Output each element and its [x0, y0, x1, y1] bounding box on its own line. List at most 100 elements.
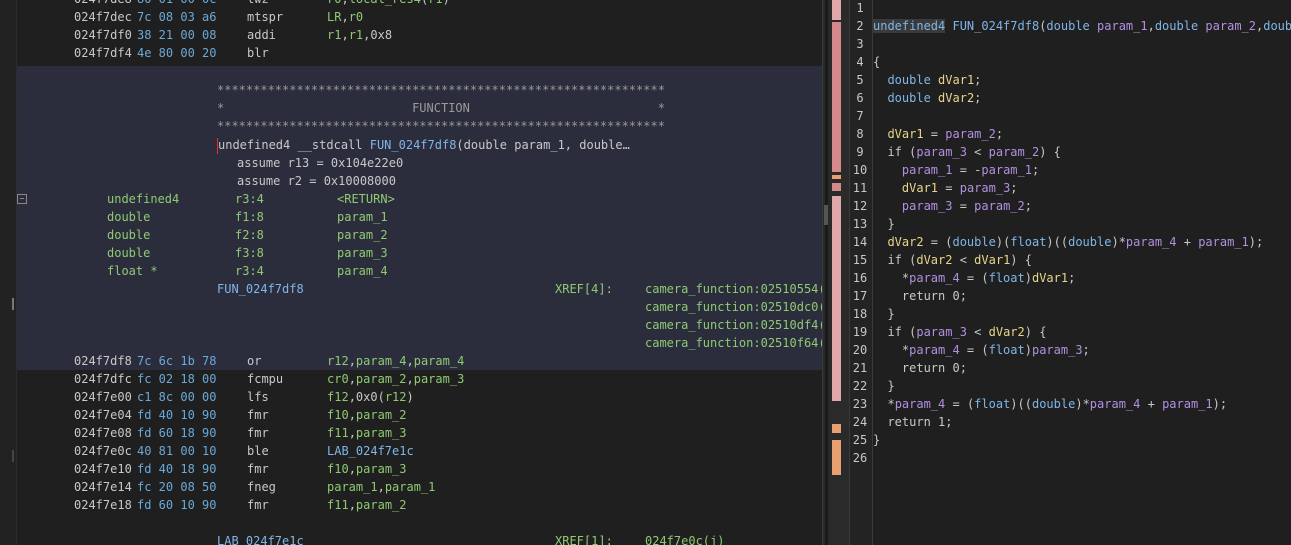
- xref-entry[interactable]: camera_function:02510554(: [645, 280, 822, 298]
- code-line[interactable]: dVar2 = (double)(float)((double)*param_4…: [873, 233, 1263, 251]
- minimap-strip: [832, 440, 841, 475]
- code-line[interactable]: {: [873, 53, 880, 71]
- instruction-bytes: 38 21 00 08: [137, 28, 217, 42]
- code-line[interactable]: *param_4 = (float)dVar1;: [873, 269, 1075, 287]
- instruction-mnemonic: fmr: [247, 462, 269, 476]
- instruction-address[interactable]: 024f7dfc: [74, 370, 132, 388]
- instruction-row[interactable]: 024f7e18 fd 60 10 90 fmr f11,param_2: [74, 496, 814, 514]
- code-line[interactable]: *param_4 = (float)((double)*param_4 + pa…: [873, 395, 1227, 413]
- code-line[interactable]: }: [873, 305, 894, 323]
- minimap-strip: [832, 424, 841, 433]
- branch-xref[interactable]: 024f7e0c(j): [645, 532, 724, 545]
- decompiled-code[interactable]: undefined4 FUN_024f7df8(double param_1,d…: [873, 0, 1291, 545]
- instruction-address[interactable]: 024f7df4: [74, 44, 132, 62]
- xref-entry[interactable]: camera_function:02510f64(: [645, 334, 822, 352]
- instruction-row[interactable]: 024f7e14 fc 20 08 50 fneg param_1,param_1: [74, 478, 814, 496]
- param-name[interactable]: <RETURN>: [337, 190, 395, 208]
- instruction-address[interactable]: 024f7e08: [74, 424, 132, 442]
- code-line[interactable]: if (dVar2 < dVar1) {: [873, 251, 1032, 269]
- code-line[interactable]: double dVar1;: [873, 71, 981, 89]
- xref-count-label: XREF[4]:: [555, 282, 613, 296]
- scroll-thumb[interactable]: [824, 205, 828, 225]
- code-line[interactable]: param_3 = param_2;: [873, 197, 1032, 215]
- line-number: 12: [852, 199, 868, 213]
- code-line[interactable]: if (param_3 < param_2) {: [873, 143, 1060, 161]
- instruction-row[interactable]: 024f7e04 fd 40 10 90 fmr f10,param_2: [74, 406, 814, 424]
- instruction-row[interactable]: 024f7df8 7c 6c 1b 78 or r12,param_4,param_4: [74, 352, 814, 370]
- vertical-scrollbar[interactable]: [825, 0, 828, 545]
- collapse-toggle-icon[interactable]: −: [17, 194, 27, 204]
- instruction-row[interactable]: 024f7dec 7c 08 03 a6 mtspr LR,r0: [74, 8, 814, 26]
- xref-entry[interactable]: camera_function:02510df4(: [645, 316, 822, 334]
- signature-function-name[interactable]: FUN_024f7df8: [370, 138, 457, 152]
- overview-minimap[interactable]: [822, 0, 850, 545]
- function-signature[interactable]: undefined4 __stdcall FUN_024f7df8(double…: [218, 136, 630, 154]
- param-type: undefined4: [107, 192, 180, 206]
- minimap-strip: [832, 196, 841, 401]
- instruction-operands: LAB_024f7e1c: [327, 444, 414, 458]
- branch-label[interactable]: LAB_024f7e1c: [217, 532, 304, 545]
- listing-panel[interactable]: 024f7de880 01 00 0clwzr0,local_res4(r1)0…: [0, 0, 822, 545]
- gutter-marker: [12, 450, 14, 462]
- instruction-operands: f11,param_3: [327, 426, 407, 440]
- instruction-address[interactable]: 024f7df0: [74, 26, 132, 44]
- instruction-bytes: 40 81 00 10: [137, 444, 217, 458]
- line-number: 8: [856, 127, 864, 141]
- instruction-address[interactable]: 024f7e14: [74, 478, 132, 496]
- code-line[interactable]: return 0;: [873, 359, 967, 377]
- instruction-mnemonic: blr: [247, 46, 269, 60]
- code-line[interactable]: param_1 = -param_1;: [873, 161, 1039, 179]
- instruction-row[interactable]: 024f7e10 fd 40 18 90 fmr f10,param_3: [74, 460, 814, 478]
- line-number: 23: [852, 397, 868, 411]
- instruction-address[interactable]: 024f7dec: [74, 8, 132, 26]
- code-line[interactable]: dVar1 = param_3;: [873, 179, 1018, 197]
- assume-r13: assume r13 = 0x104e22e0: [237, 156, 404, 170]
- instruction-mnemonic: lwz: [247, 0, 269, 8]
- code-line[interactable]: dVar1 = param_2;: [873, 125, 1003, 143]
- param-name[interactable]: param_4: [337, 262, 388, 280]
- instruction-row[interactable]: 024f7dfc fc 02 18 00 fcmpu cr0,param_2,para…: [74, 370, 814, 388]
- instruction-address[interactable]: 024f7e04: [74, 406, 132, 424]
- code-line[interactable]: }: [873, 377, 894, 395]
- gutter-marker: [12, 298, 14, 310]
- xref-entry[interactable]: camera_function:02510dc0(: [645, 298, 822, 316]
- code-line[interactable]: double dVar2;: [873, 89, 981, 107]
- param-name[interactable]: param_3: [337, 244, 388, 262]
- instruction-row[interactable]: 024f7de8 80 01 00 0c lwz r0,local_res4(r1): [74, 0, 814, 8]
- instruction-address[interactable]: 024f7de8: [74, 0, 132, 8]
- param-storage: f1:8: [235, 210, 264, 224]
- instruction-row[interactable]: 024f7e08 fd 60 18 90 fmr f11,param_3: [74, 424, 814, 442]
- instruction-address[interactable]: 024f7e10: [74, 460, 132, 478]
- instruction-bytes: 7c 6c 1b 78: [137, 354, 217, 368]
- decompiler-panel[interactable]: 1 2 3 4 5 6 7 8 9 10 11 12 13 14 15 16 17 18 19 20 21 22 23 24 2…: [850, 0, 1291, 545]
- param-storage: f2:8: [235, 228, 264, 242]
- line-number: 4: [856, 55, 864, 69]
- param-name[interactable]: param_1: [337, 208, 388, 226]
- instruction-address[interactable]: 024f7e18: [74, 496, 132, 514]
- instruction-row[interactable]: 024f7df4 4e 80 00 20 blr: [74, 44, 814, 62]
- line-number: 24: [852, 415, 868, 429]
- code-line[interactable]: }: [873, 431, 880, 449]
- instruction-bytes: 7c 08 03 a6: [137, 10, 217, 24]
- instruction-mnemonic: fmr: [247, 498, 269, 512]
- instruction-address[interactable]: 024f7e0c: [74, 442, 132, 460]
- code-line[interactable]: }: [873, 215, 894, 233]
- line-number: 6: [856, 91, 864, 105]
- instruction-row[interactable]: 024f7e0c 40 81 00 10 ble LAB_024f7e1c: [74, 442, 814, 460]
- instruction-address[interactable]: 024f7df8: [74, 352, 132, 370]
- instruction-row[interactable]: 024f7df0 38 21 00 08 addi r1,r1,0x8: [74, 26, 814, 44]
- instruction-bytes: fc 20 08 50: [137, 480, 217, 494]
- code-line[interactable]: undefined4 FUN_024f7df8(double param_1,d…: [873, 17, 1291, 35]
- instruction-address[interactable]: 024f7e00: [74, 388, 132, 406]
- instruction-operands: f10,param_3: [327, 462, 407, 476]
- code-line[interactable]: return 0;: [873, 287, 967, 305]
- line-number: 18: [852, 307, 868, 321]
- instruction-bytes: 80 01 00 0c: [137, 0, 216, 8]
- code-line[interactable]: *param_4 = (float)param_3;: [873, 341, 1090, 359]
- code-line[interactable]: if (param_3 < dVar2) {: [873, 323, 1046, 341]
- param-name[interactable]: param_2: [337, 226, 388, 244]
- code-line[interactable]: return 1;: [873, 413, 952, 431]
- function-label[interactable]: FUN_024f7df8: [217, 280, 304, 298]
- line-number: 21: [852, 361, 868, 375]
- instruction-row[interactable]: 024f7e00 c1 8c 00 00 lfs f12,0x0(r12): [74, 388, 814, 406]
